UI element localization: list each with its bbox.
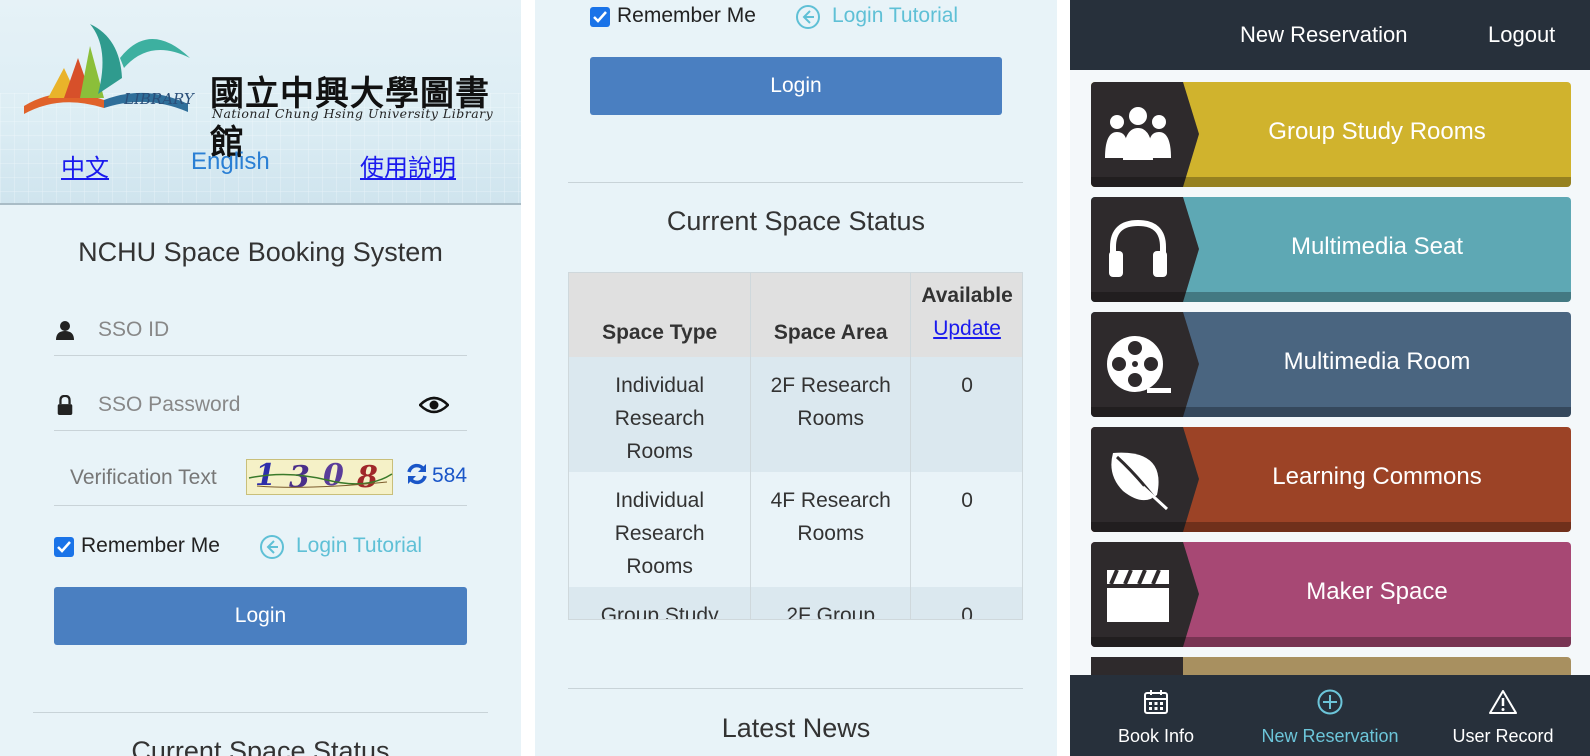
refresh-counter[interactable]: 584 [432, 464, 467, 488]
library-header: LIBRARY 國立中興大學圖書館 National Chung Hsing U… [0, 0, 521, 205]
top-nav-bar: New Reservation Logout [1070, 0, 1590, 70]
verification-placeholder: Verification Text [70, 466, 217, 489]
remember-me-label[interactable]: Remember Me [81, 534, 220, 558]
card-label: Learning Commons [1272, 463, 1482, 490]
login-tutorial-link[interactable]: Login Tutorial [296, 534, 422, 558]
next-card-peek [1091, 657, 1571, 677]
show-password-eye-icon[interactable] [419, 395, 449, 415]
lock-icon [57, 395, 73, 415]
remember-me-label[interactable]: Remember Me [617, 4, 756, 28]
user-icon [56, 321, 74, 340]
lang-chinese-link[interactable]: 中文 [61, 148, 109, 183]
header-space-type: Space Type [569, 273, 752, 357]
verification-field[interactable]: Verification Text 1 3 0 8 584 [54, 456, 467, 506]
login-tutorial-link[interactable]: Login Tutorial [832, 4, 958, 28]
header-space-area: Space Area [750, 273, 912, 357]
user-record-label: User Record [1452, 726, 1554, 746]
book-info-tab[interactable]: Book Info [1071, 689, 1241, 747]
library-logo-icon: LIBRARY [24, 24, 196, 114]
table-row: Group Study 2F Group 0 [569, 587, 1022, 619]
space-area-cell: 2F Group [750, 587, 912, 619]
arrow-left-circle-icon [260, 535, 284, 559]
bottom-nav-bar: Book Info New Reservation User Record [1070, 675, 1590, 756]
check-icon [593, 11, 607, 23]
space-type-cell: Individual Research Rooms [569, 357, 752, 472]
book-info-label: Book Info [1117, 726, 1195, 746]
learning-commons-card[interactable]: Learning Commons [1091, 427, 1571, 532]
sso-password-placeholder: SSO Password [98, 393, 241, 416]
group-study-rooms-card[interactable]: Group Study Rooms [1091, 82, 1571, 187]
sso-id-field[interactable]: SSO ID [54, 306, 467, 356]
card-label: Maker Space [1306, 578, 1448, 605]
space-type-cell: Individual Research Rooms [569, 472, 752, 587]
login-button[interactable]: Login [590, 57, 1002, 115]
library-name-english: National Chung Hsing University Library [212, 106, 494, 121]
leaf-icon [1111, 452, 1169, 511]
available-cell: 0 [910, 472, 1022, 587]
new-reservation-nav[interactable]: New Reservation [1240, 22, 1408, 48]
user-guide-link[interactable]: 使用說明 [360, 148, 456, 183]
current-space-status-title: Current Space Status [666, 206, 926, 236]
divider [33, 712, 488, 713]
available-cell: 0 [910, 587, 1022, 619]
space-status-panel: Remember Me Login Tutorial Login Current… [535, 0, 1057, 756]
group-icon [1105, 107, 1171, 160]
page-title: NCHU Space Booking System [78, 237, 443, 267]
card-label: Multimedia Room [1283, 348, 1471, 375]
check-icon [57, 541, 71, 553]
remember-me-checkbox[interactable] [54, 537, 74, 557]
space-status-table: Space Type Space Area Available Update I… [568, 272, 1023, 620]
available-cell: 0 [910, 357, 1022, 472]
table-row: Individual Research Rooms 2F Research Ro… [569, 357, 1022, 472]
space-type-cell: Group Study [569, 587, 752, 619]
captcha-image: 1 3 0 8 [246, 458, 393, 495]
card-label: Multimedia Seat [1290, 233, 1464, 260]
update-link[interactable]: Update [933, 317, 1001, 340]
calendar-icon [1144, 690, 1168, 714]
available-label: Available [921, 284, 1013, 307]
arrow-left-circle-icon [796, 5, 820, 29]
user-record-tab[interactable]: User Record [1418, 689, 1588, 747]
film-reel-icon [1107, 336, 1171, 393]
divider [568, 182, 1023, 183]
header-available: Available Update [910, 273, 1022, 357]
headphones-icon [1109, 219, 1167, 277]
multimedia-seat-card[interactable]: Multimedia Seat [1091, 197, 1571, 302]
warning-icon [1489, 690, 1517, 714]
latest-news-title: Latest News [721, 713, 871, 743]
space-area-cell: 4F Research Rooms [750, 472, 912, 587]
reservation-panel: New Reservation Logout Group Study Rooms… [1070, 0, 1590, 756]
table-row: Individual Research Rooms 4F Research Ro… [569, 472, 1022, 587]
space-area-cell: 2F Research Rooms [750, 357, 912, 472]
logout-button[interactable]: Logout [1488, 22, 1555, 48]
remember-me-checkbox[interactable] [590, 7, 610, 27]
sso-id-placeholder: SSO ID [98, 318, 170, 341]
current-space-status-title: Current Space Status [131, 736, 390, 756]
card-label: Group Study Rooms [1268, 118, 1486, 145]
divider [568, 688, 1023, 689]
new-reservation-label: New Reservation [1261, 726, 1399, 746]
sso-password-field[interactable]: SSO Password [54, 381, 467, 431]
plus-circle-icon [1317, 689, 1343, 715]
login-button[interactable]: Login [54, 587, 467, 645]
login-panel: LIBRARY 國立中興大學圖書館 National Chung Hsing U… [0, 0, 521, 756]
new-reservation-tab[interactable]: New Reservation [1245, 689, 1415, 747]
maker-space-card[interactable]: Maker Space [1091, 542, 1571, 647]
clapperboard-icon [1107, 569, 1169, 622]
multimedia-room-card[interactable]: Multimedia Room [1091, 312, 1571, 417]
lang-english-link[interactable]: English [191, 148, 270, 176]
svg-text:LIBRARY: LIBRARY [123, 90, 196, 108]
refresh-captcha-icon[interactable] [406, 462, 428, 486]
